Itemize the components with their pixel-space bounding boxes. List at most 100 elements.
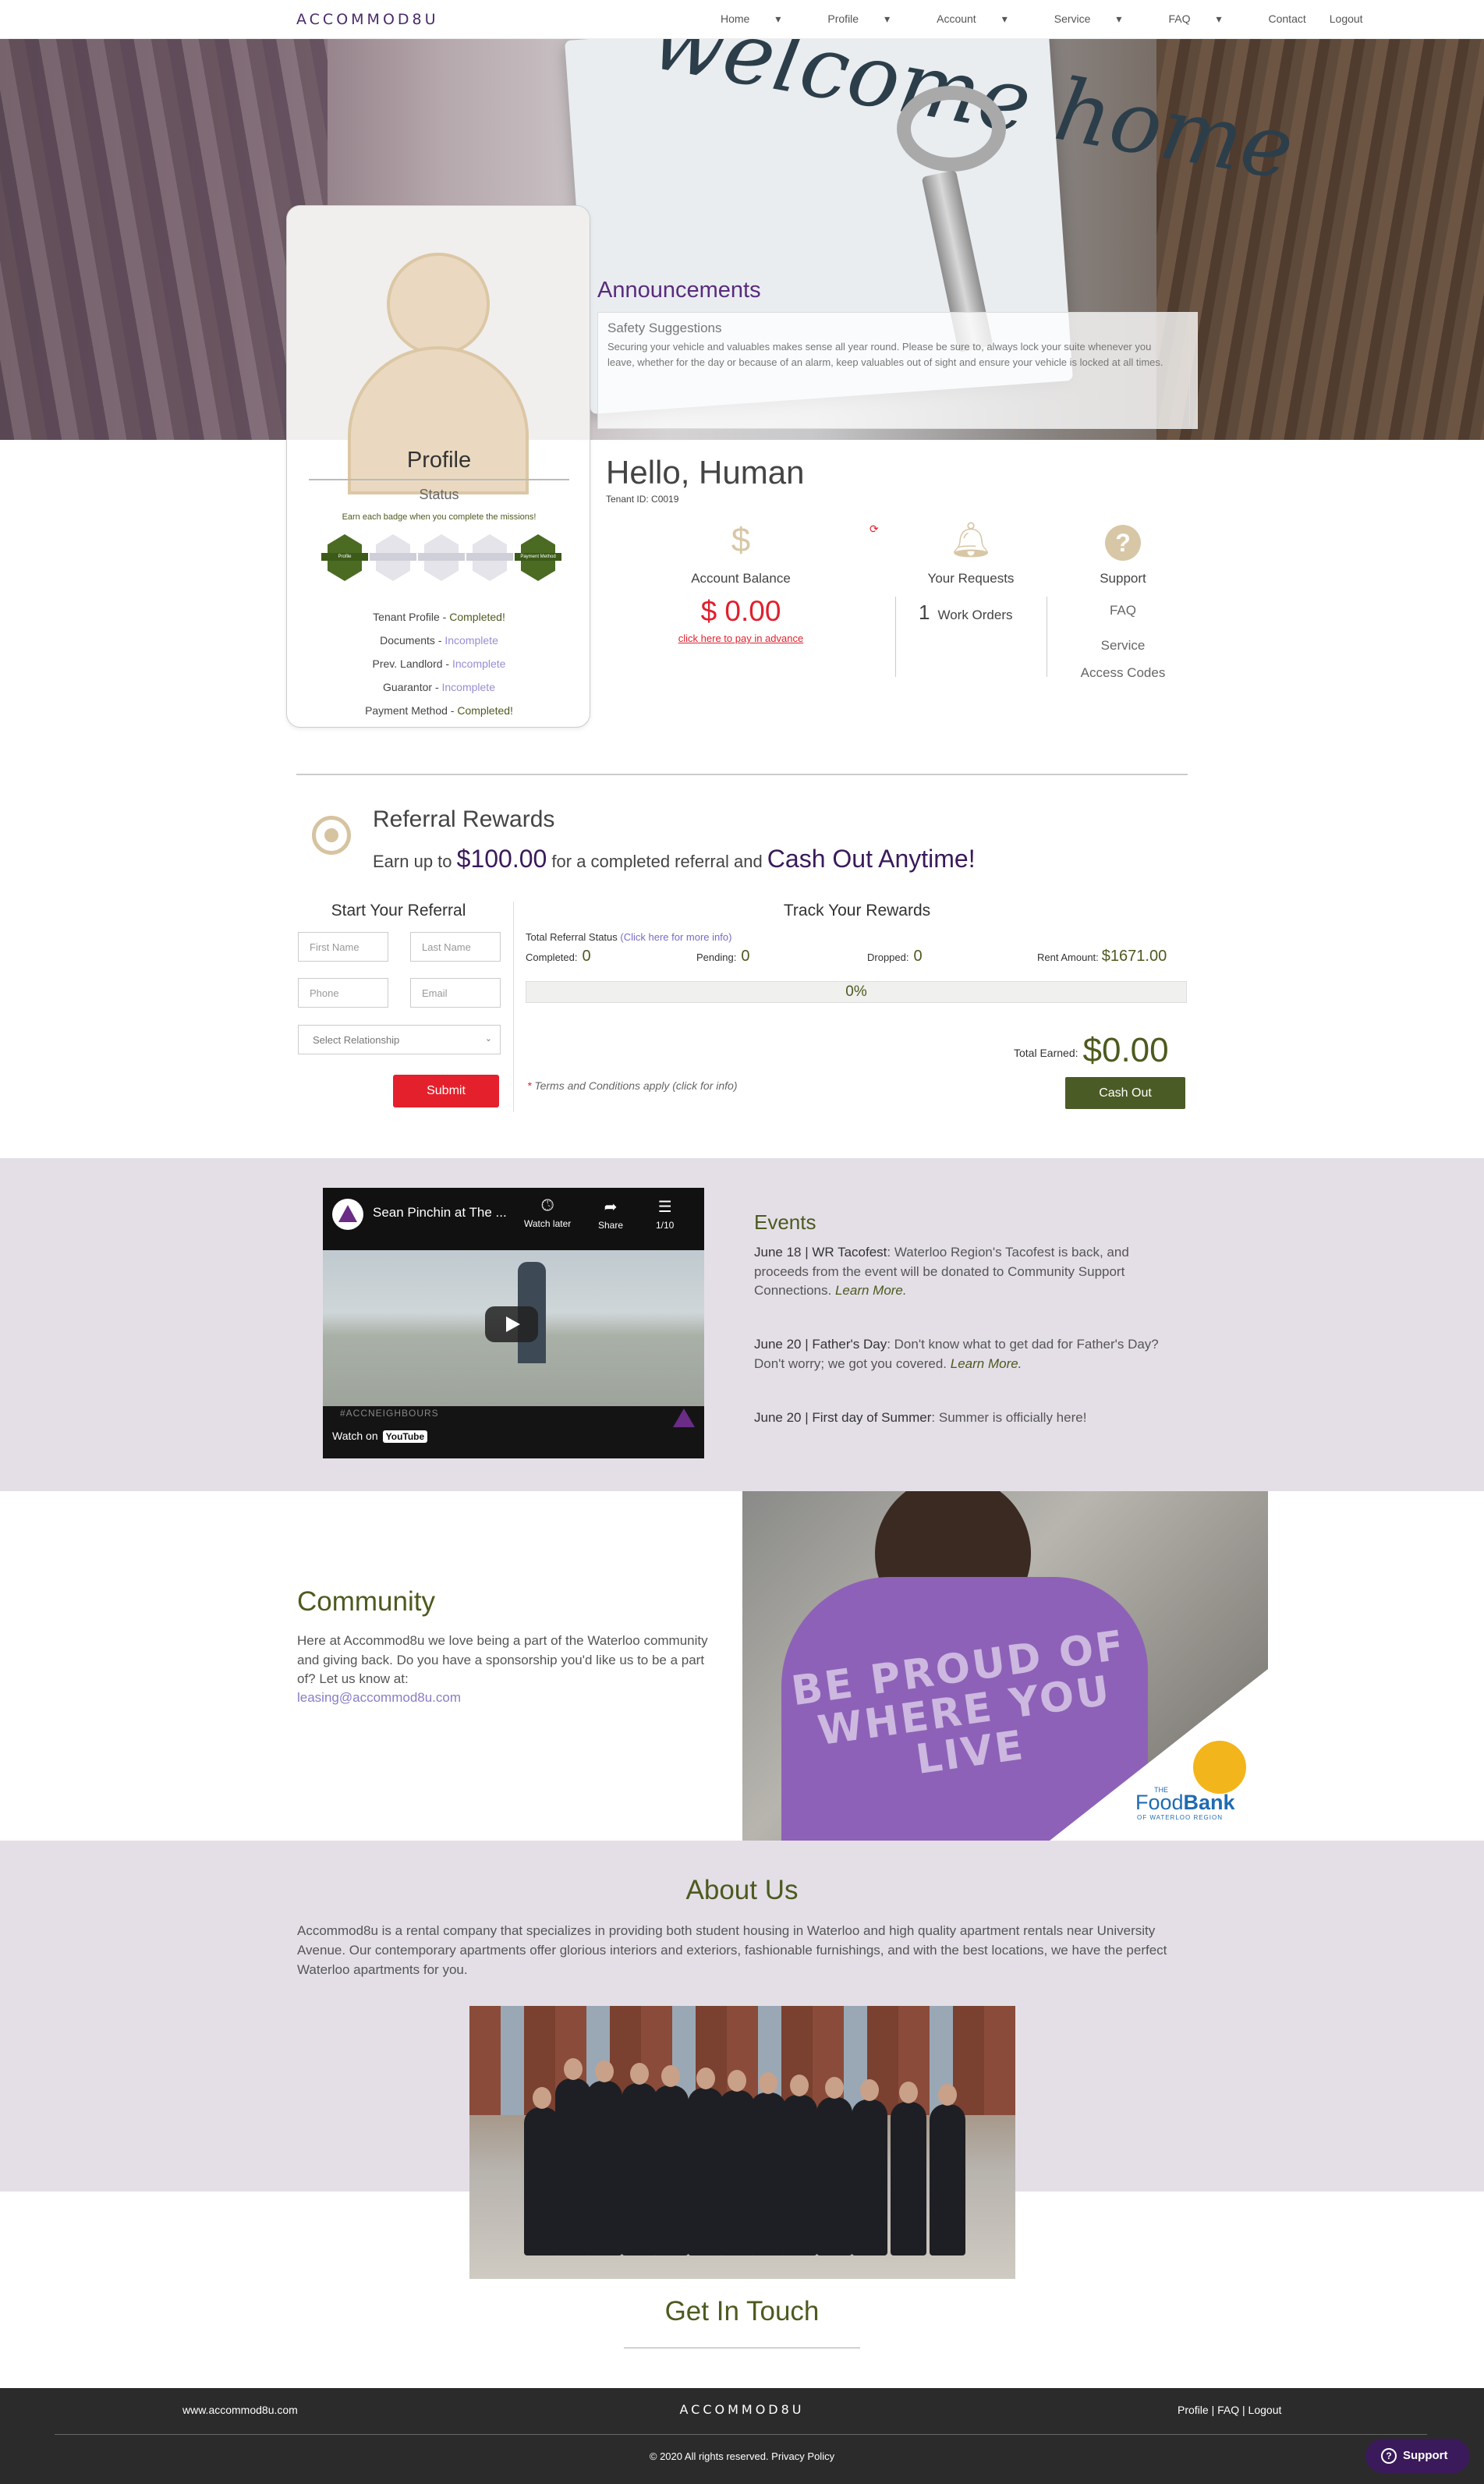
play-button[interactable] — [485, 1306, 538, 1342]
watch-later-button[interactable]: 🕓︎ Watch later — [524, 1197, 571, 1229]
about-text: Accommod8u is a rental company that spec… — [297, 1923, 1167, 1977]
dropped-count: Dropped: 0 — [867, 948, 923, 965]
track-rewards-title: Track Your Rewards — [783, 902, 931, 920]
work-orders-link[interactable]: 1 Work Orders — [919, 601, 1013, 625]
mission-item[interactable]: Payment Method - Completed! — [287, 699, 590, 722]
chevron-down-icon: ▾ — [1116, 12, 1122, 25]
relationship-select[interactable]: Select Relationship ⌄ — [298, 1025, 501, 1054]
channel-avatar[interactable] — [332, 1199, 363, 1230]
dollar-icon: $ — [731, 521, 751, 559]
video-title[interactable]: Sean Pinchin at The ... — [373, 1205, 507, 1221]
help-icon: ? — [1381, 2448, 1397, 2464]
nav-faq[interactable]: FAQ ▾ — [1168, 12, 1245, 26]
nav-logout[interactable]: Logout — [1330, 12, 1363, 26]
footer-links: Profile | FAQ | Logout — [1178, 2404, 1282, 2416]
phone-field[interactable]: Phone — [298, 978, 388, 1008]
referral-subtitle: Earn up to $100.00 for a completed refer… — [373, 845, 976, 873]
mission-item[interactable]: Tenant Profile - Completed! — [287, 605, 590, 629]
chevron-down-icon: ▾ — [1001, 12, 1008, 25]
pay-in-advance-link[interactable]: click here to pay in advance — [655, 633, 827, 644]
profile-title[interactable]: Profile — [287, 448, 590, 473]
mission-badge: Profile — [321, 530, 368, 592]
team-member — [816, 2077, 852, 2255]
events-title: Events — [754, 1210, 816, 1234]
badge-label — [370, 553, 416, 561]
privacy-policy-link[interactable]: Privacy Policy — [771, 2450, 834, 2462]
nav-profile[interactable]: Profile ▾ — [827, 12, 913, 26]
mission-badge — [370, 530, 416, 592]
nav-account[interactable]: Account ▾ — [937, 12, 1031, 26]
mission-item[interactable]: Guarantor - Incomplete — [287, 675, 590, 699]
nav-contact[interactable]: Contact — [1269, 12, 1306, 26]
badge-instructions: Earn each badge when you complete the mi… — [342, 512, 537, 522]
announcement-item-title: Safety Suggestions — [607, 321, 722, 335]
mission-item[interactable]: Documents - Incomplete — [287, 629, 590, 652]
team-member — [930, 2084, 965, 2255]
greeting-title: Hello, Human — [606, 454, 805, 491]
footer-profile-link[interactable]: Profile — [1178, 2404, 1209, 2416]
announcement-item-text: Securing your vehicle and valuables make… — [607, 341, 1163, 369]
chevron-down-icon: ⌄ — [484, 1034, 492, 1044]
terms-link[interactable]: * Terms and Conditions apply (click for … — [527, 1079, 738, 1092]
event-item: June 20 | First day of Summer: Summer is… — [754, 1410, 1087, 1425]
referral-status-info-link[interactable]: (Click here for more info) — [620, 931, 731, 943]
question-icon: ? — [1053, 519, 1193, 562]
share-button[interactable]: ➦ Share — [598, 1197, 623, 1231]
about-title: About Us — [685, 1875, 799, 1905]
avatar[interactable] — [287, 206, 590, 494]
support-label: Support — [1100, 571, 1146, 586]
avatar-head-icon — [387, 253, 490, 356]
nav-service[interactable]: Service ▾ — [1054, 12, 1146, 26]
site-logo[interactable]: ACCOMMOD8U — [296, 11, 439, 28]
team-member — [781, 2075, 817, 2255]
badge-label: Profile — [321, 553, 368, 561]
support-service-link[interactable]: Service — [1053, 638, 1193, 654]
start-referral-title: Start Your Referral — [331, 902, 466, 920]
event-learn-more-link[interactable]: Learn More. — [835, 1283, 907, 1298]
support-access-codes-link[interactable]: Access Codes — [1053, 665, 1193, 681]
account-balance-amount: $ 0.00 — [700, 595, 781, 627]
community-title: Community — [297, 1586, 435, 1617]
event-item: June 20 | Father's Day: Don't know what … — [754, 1337, 1159, 1371]
youtube-logo: YouTube — [382, 1430, 428, 1443]
submit-referral-button[interactable]: Submit — [393, 1075, 499, 1107]
announcements-scrollbar[interactable] — [1189, 314, 1195, 427]
divider — [55, 2434, 1427, 2435]
footer-logout-link[interactable]: Logout — [1248, 2404, 1282, 2416]
copyright: © 2020 All rights reserved. Privacy Poli… — [649, 2450, 835, 2462]
nav-home[interactable]: Home ▾ — [721, 12, 804, 26]
footer-faq-link[interactable]: FAQ — [1217, 2404, 1239, 2416]
brand-logo-icon — [673, 1409, 695, 1427]
playlist-button[interactable]: ☰ 1/10 — [656, 1197, 674, 1231]
divider — [309, 479, 569, 480]
referral-status-label: Total Referral Status (Click here for mo… — [526, 931, 732, 943]
requests-widget[interactable]: 🔔︎ Your Requests — [893, 519, 1049, 586]
support-chat-button[interactable]: ? Support — [1365, 2439, 1470, 2473]
total-earned-amount: $0.00 — [1082, 1031, 1169, 1069]
referral-progress-bar: 0% — [526, 981, 1187, 1003]
nav-links: Home ▾ Profile ▾ Account ▾ Service ▾ FAQ ▾ Co… — [721, 12, 1387, 26]
profile-status-label: Status — [419, 487, 459, 502]
last-name-field[interactable]: Last Name — [410, 932, 501, 962]
clock-icon: 🕓︎ — [541, 1197, 554, 1214]
email-field[interactable]: Email — [410, 978, 501, 1008]
tenant-id: Tenant ID: C0019 — [606, 494, 679, 505]
cash-out-button[interactable]: Cash Out — [1065, 1077, 1185, 1109]
community-email-link[interactable]: leasing@accommod8u.com — [297, 1690, 461, 1706]
watch-on-youtube-link[interactable]: Watch on YouTube — [332, 1430, 428, 1443]
account-balance-label: Account Balance — [691, 571, 791, 586]
mission-state: Incomplete — [441, 681, 495, 693]
referral-title: Referral Rewards — [373, 806, 555, 832]
playlist-icon: ☰ — [657, 1199, 672, 1216]
refresh-icon[interactable]: ⟳ — [870, 523, 879, 536]
first-name-field[interactable]: First Name — [298, 932, 388, 962]
account-balance-widget: $ Account Balance — [655, 519, 827, 586]
announcements-box[interactable]: Safety Suggestions Securing your vehicle… — [597, 312, 1198, 429]
rent-amount: Rent Amount: $1671.00 — [1037, 948, 1167, 965]
badge-row: Profile Payment Method — [321, 530, 561, 596]
mission-state: Completed! — [457, 704, 513, 717]
video-player[interactable]: Sean Pinchin at The ... 🕓︎ Watch later ➦ S… — [323, 1188, 704, 1458]
mission-item[interactable]: Prev. Landlord - Incomplete — [287, 652, 590, 675]
support-faq-link[interactable]: FAQ — [1053, 603, 1193, 618]
event-learn-more-link[interactable]: Learn More. — [951, 1356, 1022, 1371]
